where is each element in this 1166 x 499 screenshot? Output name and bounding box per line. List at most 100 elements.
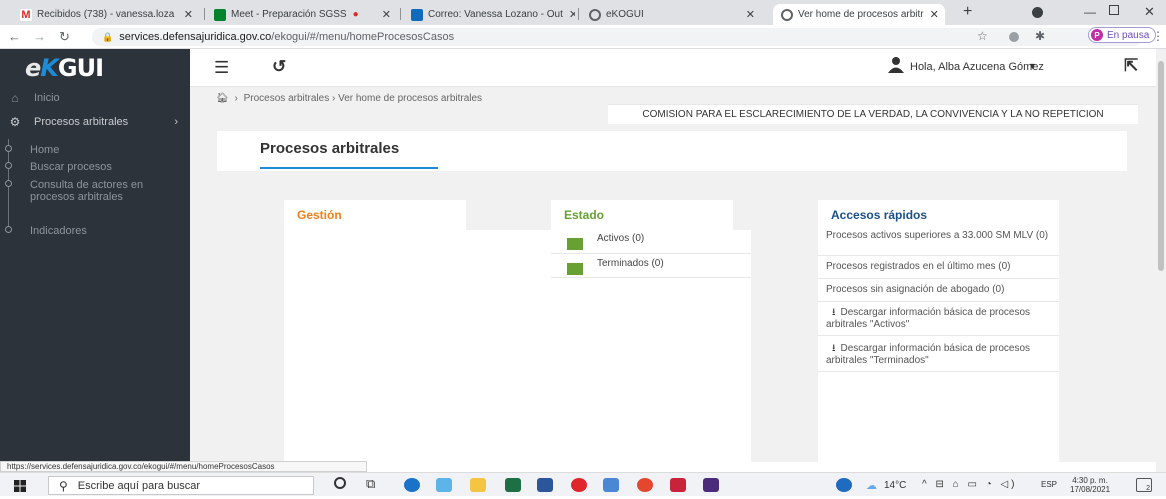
excel-icon[interactable] [505, 478, 521, 492]
tab-title: Recibidos (738) - vanessa.loza [37, 9, 175, 20]
browser-tab-outlook[interactable]: Correo: Vanessa Lozano - Out ✕ [403, 4, 575, 25]
close-tab-icon[interactable]: ✕ [376, 8, 391, 21]
acceso-item-download[interactable]: ⭳ Descargar información básica de proceso… [818, 302, 1059, 336]
ekogui-logo[interactable]: e K GUI [0, 49, 190, 87]
estado-item-terminados[interactable]: Terminados (0) [551, 254, 751, 278]
chevron-down-icon[interactable]: ▼ [1028, 61, 1037, 71]
browser-tab-gmail[interactable]: M Recibidos (738) - vanessa.loza ✕ [12, 4, 201, 25]
browser-menu-icon[interactable]: ⋮ [1152, 29, 1164, 43]
taskbar-search-input[interactable]: ⚲ Escribe aquí para buscar [48, 476, 314, 495]
browser-tab-ekogui[interactable]: eKOGUI ✕ [581, 4, 763, 25]
lock-icon: 🔒 [102, 31, 114, 42]
maximize-icon[interactable] [1109, 5, 1119, 15]
estado-item-activos[interactable]: Activos (0) [551, 230, 751, 254]
sidebar: ⌂ Inicio ⚙ Procesos arbitrales › Home Bu… [0, 87, 190, 462]
opera-icon[interactable] [571, 478, 587, 492]
sidebar-subitem-consulta-actores[interactable]: Consulta de actores en procesos arbitral… [30, 179, 155, 203]
weather-icon: ☁ [866, 480, 877, 492]
forward-icon[interactable]: → [33, 29, 46, 44]
sidebar-subitem-indicadores[interactable]: Indicadores [30, 225, 87, 237]
minimize-icon[interactable]: — [1084, 5, 1096, 19]
cortana-icon[interactable] [334, 477, 346, 489]
accesos-panel: Procesos activos superiores a 33.000 SM … [818, 230, 1059, 462]
home-icon[interactable]: 🏠︎ [216, 93, 229, 104]
close-tab-icon[interactable]: ✕ [563, 8, 575, 21]
page-scrollbar[interactable] [1156, 49, 1166, 472]
app-icon[interactable] [703, 478, 719, 492]
user-greeting[interactable]: Hola, Alba Azucena Gómez [910, 61, 1044, 73]
estado-title: Estado [564, 208, 605, 222]
clock[interactable]: 4:30 p. m. 17/08/2021 [1070, 476, 1110, 494]
profile-status: En pausa [1107, 29, 1150, 41]
acceso-item[interactable]: Procesos registrados en el último mes (0… [818, 256, 1059, 279]
acceso-item[interactable]: Procesos activos superiores a 33.000 SM … [818, 230, 1059, 256]
main-content: 🏠︎ › Procesos arbitrales › Ver home de p… [190, 87, 1156, 462]
gestion-title: Gestión [297, 208, 342, 222]
profile-avatar: P [1091, 29, 1103, 41]
reload-icon[interactable]: ↻ [59, 29, 70, 45]
app-header: e K GUI ☰ ↺ Hola, Alba Azucena Gómez ▼ ⇱ [0, 49, 1156, 87]
word-icon[interactable] [537, 478, 553, 492]
sidebar-item-inicio[interactable]: ⌂ Inicio [0, 90, 190, 106]
tab-title: Correo: Vanessa Lozano - Out [428, 9, 563, 20]
breadcrumb-text[interactable]: Procesos arbitrales › Ver home de proces… [244, 93, 482, 104]
address-toolbar: ← → ↻ 🔒 services.defensajuridica.gov.co … [0, 25, 1166, 49]
status-bar-url: https://services.defensajuridica.gov.co/… [0, 461, 367, 472]
chevron-right-icon: › [174, 116, 178, 128]
accesos-header: Accesos rápidos [818, 200, 1059, 230]
download-icon: ⭳ [832, 343, 836, 354]
estado-header: Estado [551, 200, 733, 230]
gears-icon: ⚙ [9, 115, 21, 129]
tab-procesos-arbitrales[interactable]: Procesos arbitrales [260, 140, 399, 157]
acceso-item-download[interactable]: ⭳ Descargar información básica de proceso… [818, 336, 1059, 372]
windows-taskbar: ⚲ Escribe aquí para buscar ⧉ ☁ 14°C ^ ⊟ … [0, 472, 1166, 496]
gestion-panel [284, 230, 554, 462]
app-icon[interactable] [603, 478, 619, 492]
history-icon[interactable]: ↺ [272, 57, 286, 77]
tab-title: Ver home de procesos arbitr [798, 9, 924, 20]
hamburger-menu-icon[interactable]: ☰ [214, 58, 229, 78]
task-view-icon[interactable]: ⧉ [366, 476, 375, 492]
language-indicator[interactable]: ESP [1041, 480, 1057, 489]
new-tab-button[interactable]: + [963, 3, 972, 21]
close-tab-icon[interactable]: ✕ [178, 8, 193, 21]
sidebar-subitem-home[interactable]: Home [30, 144, 59, 156]
external-link-icon[interactable]: ⇱ [1124, 56, 1138, 76]
close-tab-icon[interactable]: ✕ [740, 8, 755, 21]
notification-center-icon[interactable]: 2 [1136, 478, 1152, 492]
app-icon[interactable] [436, 478, 452, 492]
meet-icon [214, 8, 226, 21]
tab-title: Meet - Preparación SGSS [231, 9, 347, 20]
organization-name: COMISION PARA EL ESCLARECIMIENTO DE LA V… [608, 104, 1138, 124]
home-icon: ⌂ [11, 91, 19, 105]
profile-button[interactable]: P En pausa [1088, 27, 1157, 43]
acceso-item[interactable]: Procesos sin asignación de abogado (0) [818, 279, 1059, 302]
sidebar-item-procesos-arbitrales[interactable]: ⚙ Procesos arbitrales › [0, 114, 190, 130]
app-icon[interactable] [670, 478, 686, 492]
file-explorer-icon[interactable] [470, 478, 486, 492]
gmail-icon: M [20, 8, 32, 21]
estado-label: Activos (0) [597, 233, 645, 244]
close-window-icon[interactable]: ✕ [1144, 4, 1155, 20]
profile-circle-icon[interactable] [1032, 7, 1043, 18]
chrome-icon[interactable] [637, 478, 653, 492]
windows-start-icon[interactable] [14, 480, 26, 492]
browser-tab-active[interactable]: Ver home de procesos arbitr ✕ [773, 4, 945, 25]
edge-icon[interactable] [404, 478, 420, 492]
system-tray[interactable]: ^ ⊟ ⌂ ▭ ◔ ◁) [922, 479, 1018, 490]
browser-tab-strip: M Recibidos (738) - vanessa.loza ✕ Meet … [0, 0, 1166, 25]
url-path: /ekogui/#/menu/homeProcesosCasos [271, 31, 455, 43]
close-tab-icon[interactable]: ✕ [924, 8, 939, 21]
help-icon[interactable] [836, 478, 852, 492]
estado-panel: Activos (0) Terminados (0) [551, 230, 751, 462]
extensions-puzzle-icon[interactable]: ✱ [1035, 29, 1045, 43]
status-green-square [567, 238, 583, 250]
bookmark-star-icon[interactable]: ☆ [977, 29, 988, 43]
download-icon: ⭳ [832, 307, 836, 318]
browser-tab-meet[interactable]: Meet - Preparación SGSS ● ✕ [206, 4, 399, 25]
weather-temp[interactable]: 14°C [884, 480, 906, 491]
extension-icon[interactable] [1009, 32, 1019, 42]
breadcrumb: 🏠︎ › Procesos arbitrales › Ver home de p… [216, 93, 483, 104]
sidebar-subitem-buscar[interactable]: Buscar procesos [30, 161, 112, 173]
back-icon[interactable]: ← [8, 29, 21, 44]
